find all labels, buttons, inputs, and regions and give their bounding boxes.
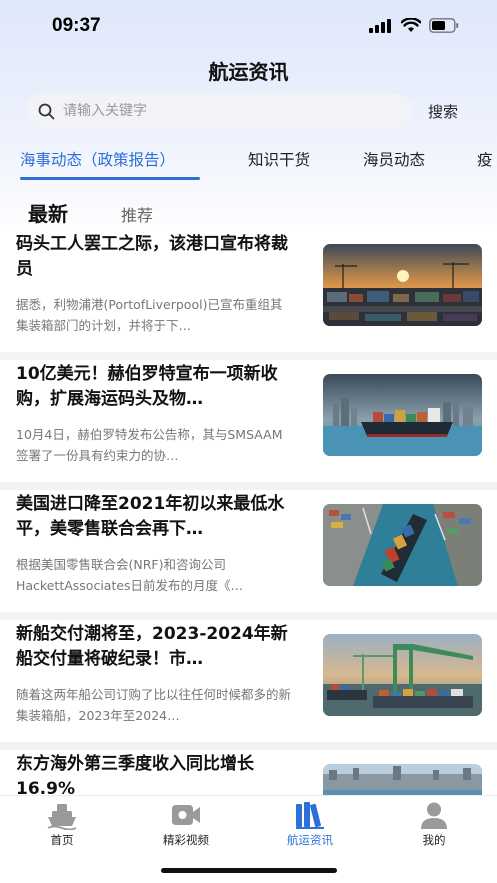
status-time: 09:37 [52,15,101,36]
tab-knowledge[interactable]: 知识干货 [248,148,310,170]
news-title: 东方海外第三季度收入同比增长16.9% [16,754,254,795]
ship-icon [47,804,77,830]
tab-home[interactable]: 首页 [12,800,112,848]
tab-shipping-news[interactable]: 航运资讯 [260,800,360,848]
news-title: 码头工人罢工之际，该港口宣布将裁员 [16,234,288,279]
tab-epidemic[interactable]: 疫 [477,148,493,170]
news-title: 新船交付潮将至，2023-2024年新船交付量将破纪录！市… [16,624,288,669]
wifi-icon [401,18,421,32]
user-icon [421,802,447,829]
search-bar[interactable] [26,94,413,128]
news-thumbnail [323,504,482,586]
news-summary: 随着这两年船公司订购了比以往任何时候都多的新集装箱船，2023年至2024… [16,687,292,723]
news-item[interactable]: 东方海外第三季度收入同比增长16.9% [0,750,497,795]
news-summary: 根据美国零售联合会(NRF)和咨询公司HackettAssociates日前发布… [16,557,244,593]
tab-label: 我的 [422,833,446,847]
news-item[interactable]: 美国进口降至2021年初以来最低水平，美零售联合会再下… 根据美国零售联合会(N… [0,490,497,612]
category-tabs: 海事动态（政策报告） 知识干货 海员动态 疫 [0,148,497,178]
tab-label: 航运资讯 [287,833,333,847]
battery-icon [429,18,459,33]
sub-tab-latest[interactable]: 最新 [28,198,68,227]
news-thumbnail [323,634,482,716]
news-item[interactable]: 码头工人罢工之际，该港口宣布将裁员 据悉，利物浦港(PortofLiverpoo… [0,230,497,352]
news-summary: 据悉，利物浦港(PortofLiverpool)已宣布重组其集装箱部门的计划，并… [16,297,283,333]
tab-profile[interactable]: 我的 [384,800,484,848]
news-item[interactable]: 10亿美元！赫伯罗特宣布一项新收购，扩展海运码头及物… 10月4日，赫伯罗特发布… [0,360,497,482]
status-icons [369,18,459,33]
news-title: 10亿美元！赫伯罗特宣布一项新收购，扩展海运码头及物… [16,364,278,409]
news-thumbnail [323,244,482,326]
news-item[interactable]: 新船交付潮将至，2023-2024年新船交付量将破纪录！市… 随着这两年船公司订… [0,620,497,742]
search-icon [38,103,55,119]
sub-tab-recommended[interactable]: 推荐 [121,202,153,226]
tab-label: 首页 [50,833,74,847]
page-title: 航运资讯 [208,60,289,84]
news-summary: 10月4日，赫伯罗特发布公告称，其与SMSAAM签署了一份具有约束力的协… [16,427,283,463]
status-bar: 09:37 [0,0,497,54]
news-title: 美国进口降至2021年初以来最低水平，美零售联合会再下… [16,494,285,539]
video-camera-icon [172,805,200,825]
tab-maritime-news[interactable]: 海事动态（政策报告） [20,148,175,170]
active-tab-indicator [20,177,200,180]
sub-tabs: 最新 推荐 [0,198,497,228]
news-list: 码头工人罢工之际，该港口宣布将裁员 据悉，利物浦港(PortofLiverpoo… [0,230,497,795]
search-input[interactable] [63,103,383,119]
books-icon [296,802,324,829]
news-thumbnail [323,764,482,795]
cellular-signal-icon [369,18,391,33]
tab-label: 精彩视频 [163,833,209,847]
tab-videos[interactable]: 精彩视频 [136,800,236,848]
tab-seafarer-news[interactable]: 海员动态 [363,148,425,170]
search-button[interactable]: 搜索 [428,101,458,122]
home-indicator [161,868,337,873]
news-thumbnail [323,374,482,456]
